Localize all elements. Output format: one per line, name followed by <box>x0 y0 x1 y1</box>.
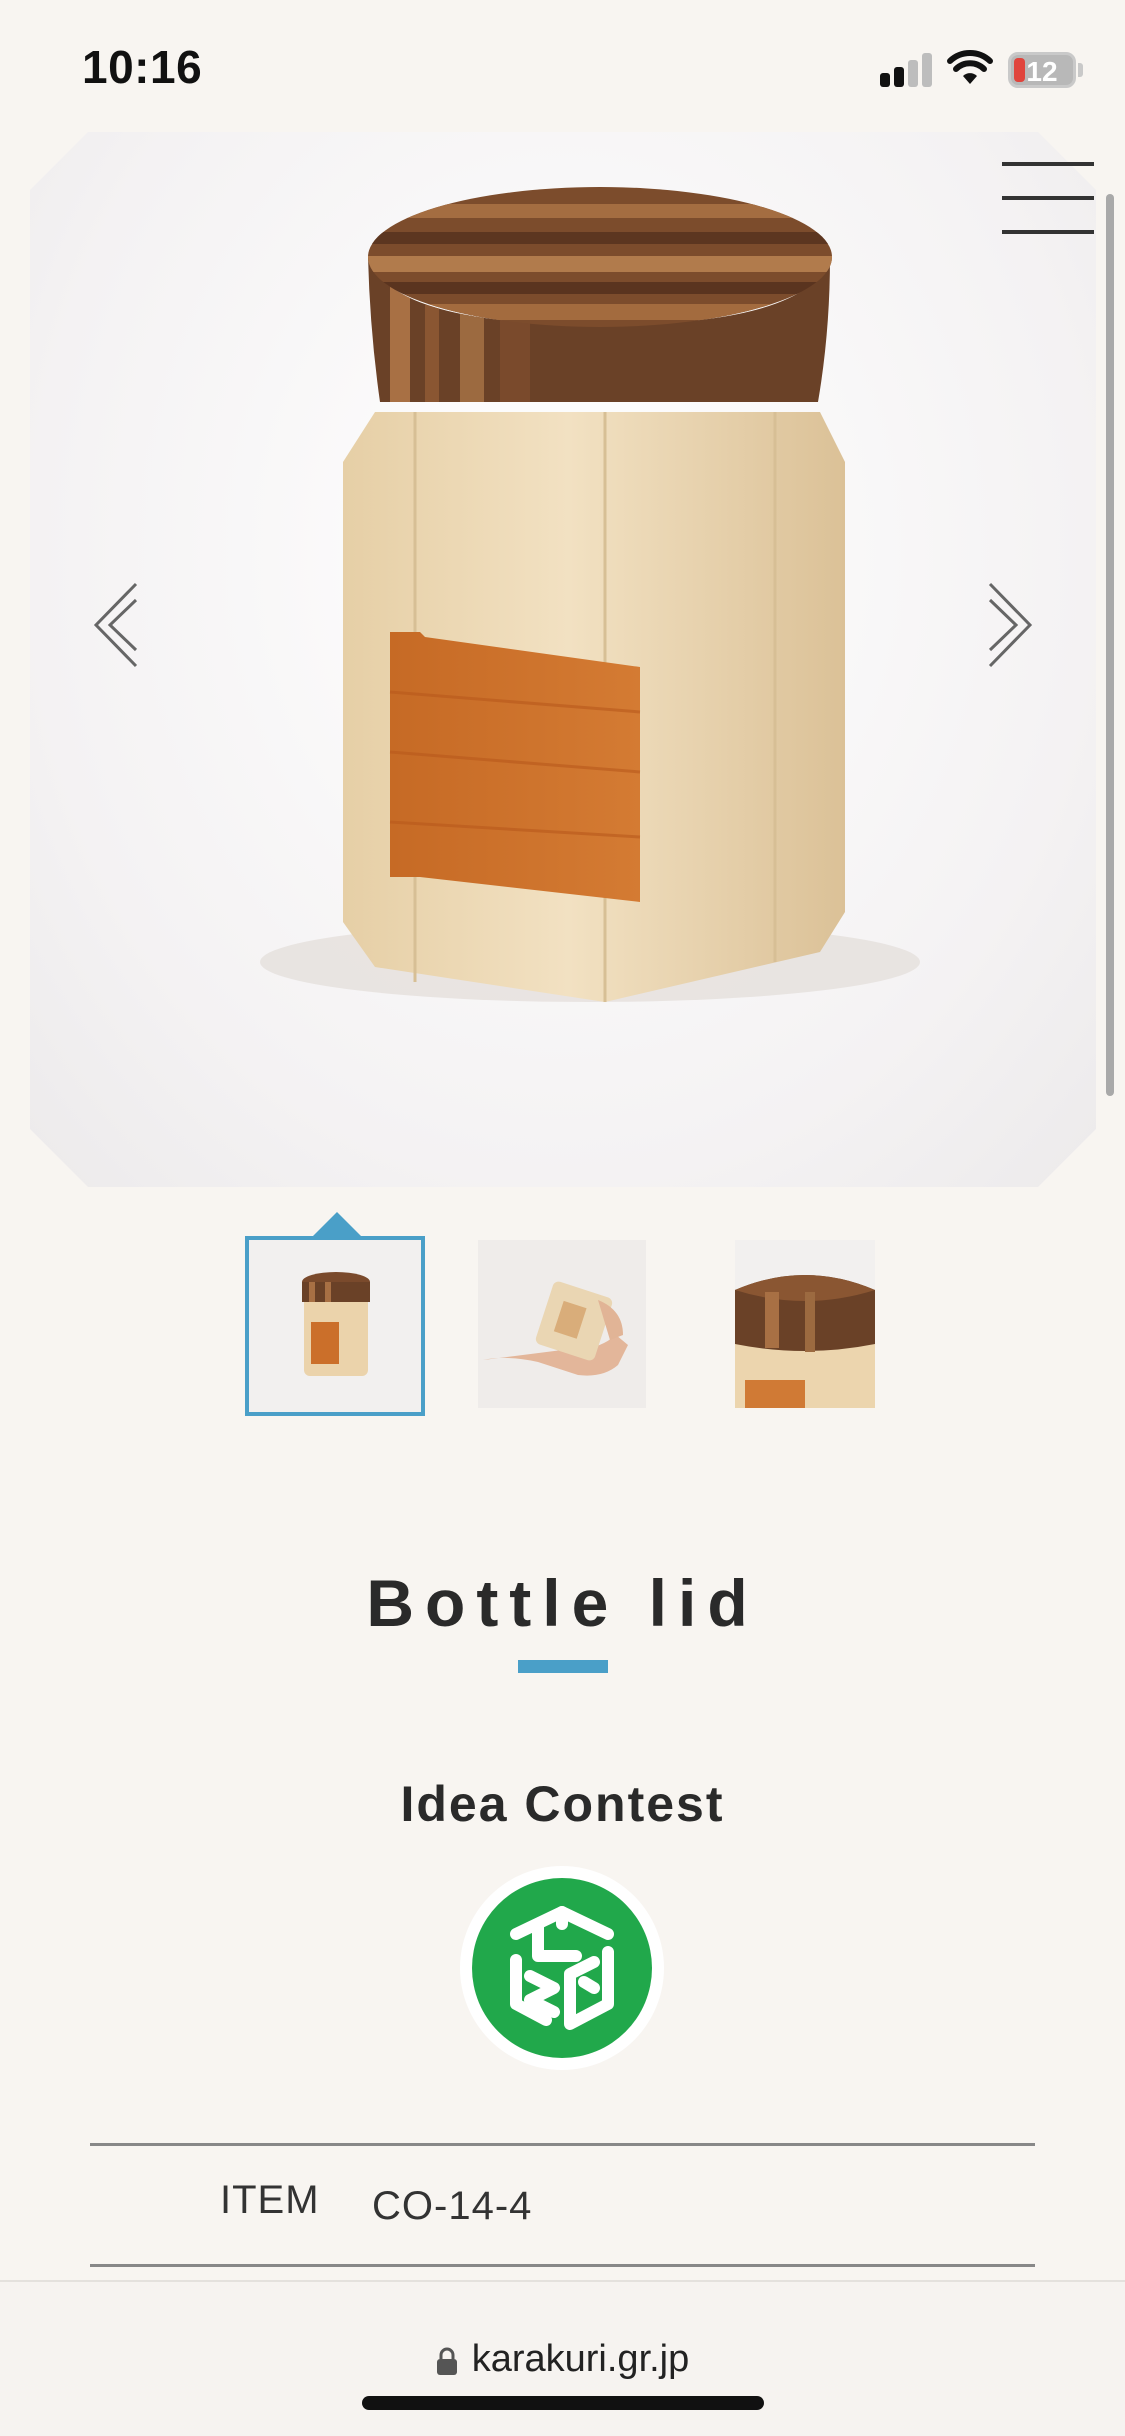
battery-level: 12 <box>1026 56 1058 87</box>
page-title: Bottle lid <box>366 1566 759 1640</box>
thumbnail-hand-image <box>483 1281 628 1376</box>
idea-contest-logo[interactable] <box>458 1864 666 2072</box>
contest-label: Idea Contest <box>400 1776 725 1832</box>
status-time: 10:16 <box>82 41 203 93</box>
product-hero-image[interactable] <box>30 132 1096 1187</box>
wifi-icon <box>947 50 993 84</box>
title-underline <box>518 1660 608 1673</box>
lock-icon <box>436 2347 457 2375</box>
thumbnail-bottle-image <box>302 1272 370 1376</box>
chevron-right-icon[interactable] <box>984 580 1034 670</box>
battery-icon: 12 <box>1008 52 1076 88</box>
chevron-left-icon[interactable] <box>92 580 142 670</box>
scrollbar[interactable] <box>1106 194 1114 1096</box>
table-row-rule <box>90 2264 1035 2267</box>
status-bar: 10:16 12 <box>0 0 1125 132</box>
url-display[interactable]: karakuri.gr.jp <box>0 2338 1125 2381</box>
thumbnail-3[interactable] <box>735 1240 875 1408</box>
battery-nub <box>1078 63 1083 77</box>
table-top-rule <box>90 2143 1035 2146</box>
browser-address-bar[interactable]: karakuri.gr.jp <box>0 2280 1125 2436</box>
menu-icon[interactable] <box>1002 158 1094 242</box>
item-value: CO-14-4 <box>372 2184 533 2228</box>
thumbnail-lid-closeup-image <box>735 1275 875 1408</box>
thumbnail-indicator <box>313 1212 361 1236</box>
signal-icon <box>880 53 934 87</box>
home-indicator[interactable] <box>362 2396 764 2410</box>
wooden-bottle-illustration <box>30 132 1096 1187</box>
thumbnail-2[interactable] <box>478 1240 646 1408</box>
url-text: karakuri.gr.jp <box>471 2338 690 2380</box>
thumbnail-1[interactable] <box>245 1236 425 1416</box>
item-label: ITEM <box>220 2178 320 2222</box>
